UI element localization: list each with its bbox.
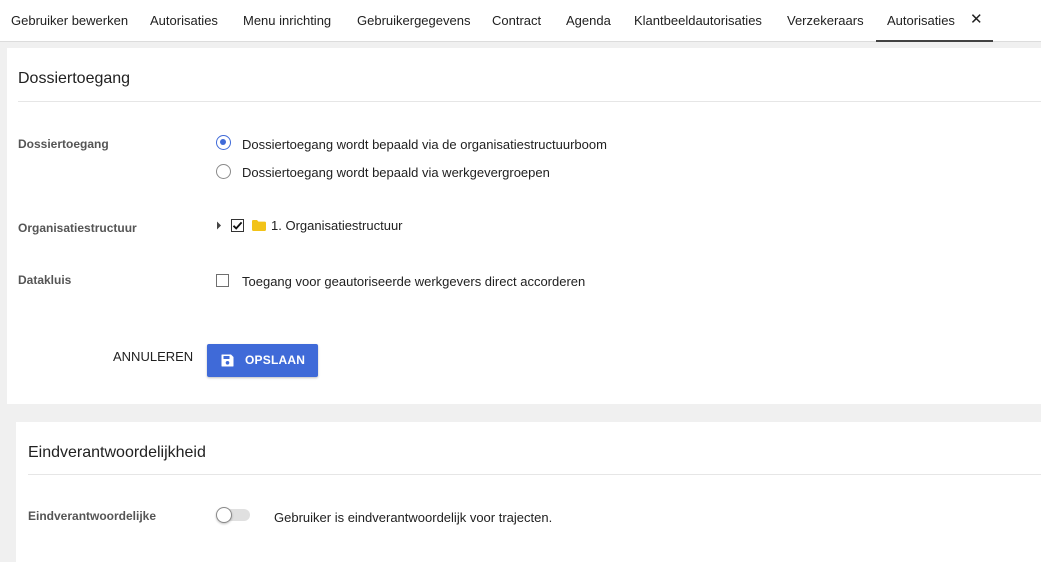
folder-icon bbox=[252, 220, 266, 231]
tab-menu-inrichting[interactable]: Menu inrichting bbox=[243, 0, 331, 42]
tab-gebruikergegevens[interactable]: Gebruikergegevens bbox=[357, 0, 470, 42]
label-eindverantwoordelijke: Eindverantwoordelijke bbox=[28, 509, 157, 523]
eindverantwoordelijke-toggle[interactable] bbox=[216, 507, 252, 523]
card-title-eindverantwoordelijkheid: Eindverantwoordelijkheid bbox=[28, 444, 206, 461]
card-title-dossiertoegang: Dossiertoegang bbox=[18, 70, 131, 87]
checkbox-label-direct-accorderen[interactable]: Toegang voor geautoriseerde werkgevers d… bbox=[242, 274, 585, 289]
radio-label-organisatiestructuurboom[interactable]: Dossiertoegang wordt bepaald via de orga… bbox=[242, 137, 607, 152]
radio-label-werkgevergroepen[interactable]: Dossiertoegang wordt bepaald via werkgev… bbox=[242, 165, 550, 180]
divider bbox=[18, 101, 1041, 102]
eindverantwoordelijkheid-card: Eindverantwoordelijkheid Eindverantwoord… bbox=[16, 422, 1041, 562]
save-icon bbox=[221, 354, 234, 367]
tab-contract[interactable]: Contract bbox=[492, 0, 541, 42]
toggle-label: Gebruiker is eindverantwoordelijk voor t… bbox=[274, 510, 553, 525]
save-button-label: OPSLAAN bbox=[245, 353, 306, 367]
checkbox-direct-accorderen[interactable] bbox=[216, 274, 229, 287]
label-organisatiestructuur: Organisatiestructuur bbox=[18, 221, 137, 235]
save-button[interactable]: OPSLAAN bbox=[207, 344, 318, 377]
cancel-button[interactable]: ANNULEREN bbox=[105, 344, 201, 370]
tab-klantbeeldautorisaties[interactable]: Klantbeeldautorisaties bbox=[634, 0, 762, 42]
tab-agenda[interactable]: Agenda bbox=[566, 0, 611, 42]
label-dossiertoegang: Dossiertoegang bbox=[18, 137, 109, 151]
tab-label: Autorisaties bbox=[887, 13, 955, 28]
tree-node-label[interactable]: 1. Organisatiestructuur bbox=[271, 218, 403, 233]
dossiertoegang-card: Dossiertoegang Dossiertoegang Dossiertoe… bbox=[7, 48, 1041, 404]
radio-werkgevergroepen[interactable] bbox=[216, 164, 231, 179]
tab-verzekeraars[interactable]: Verzekeraars bbox=[787, 0, 864, 42]
label-datakluis: Datakluis bbox=[18, 273, 72, 287]
divider bbox=[28, 474, 1041, 475]
tab-bar: Gebruiker bewerken Autorisaties Menu inr… bbox=[0, 0, 1041, 42]
checkmark-icon bbox=[232, 221, 242, 230]
close-icon[interactable]: ✕ bbox=[970, 12, 984, 28]
toggle-knob bbox=[216, 507, 232, 523]
tree-node-checkbox[interactable] bbox=[231, 219, 244, 232]
tab-gebruiker-bewerken[interactable]: Gebruiker bewerken bbox=[11, 0, 128, 42]
radio-organisatiestructuurboom[interactable] bbox=[216, 135, 231, 150]
expand-caret-icon[interactable] bbox=[216, 221, 222, 230]
tab-autorisaties[interactable]: Autorisaties bbox=[150, 0, 218, 42]
